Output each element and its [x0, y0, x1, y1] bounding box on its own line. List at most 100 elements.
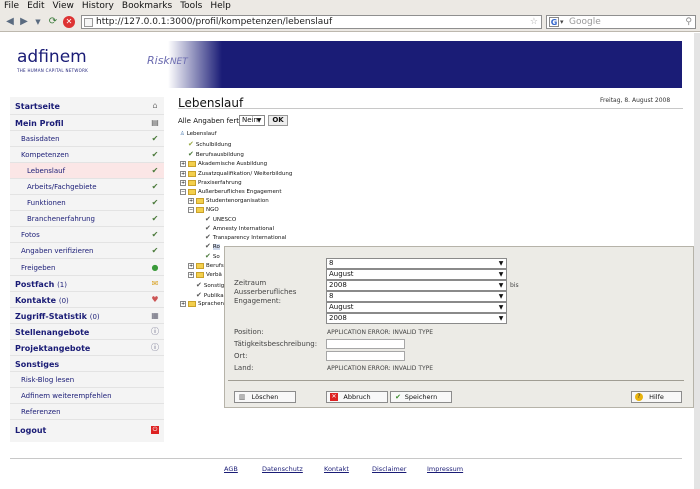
tree-item-praxis[interactable]: + Praxiserfahrung	[180, 179, 242, 187]
tree-item-transparency[interactable]: ✔ Transparency International	[205, 233, 286, 242]
sidebar-item-stellenangebote[interactable]: Stellenangebote ⓘ	[10, 324, 164, 340]
page-scrollbar[interactable]	[694, 33, 700, 489]
tree-item-sprachen[interactable]: + Sprachen	[180, 300, 224, 308]
menu-file[interactable]: File	[0, 0, 23, 12]
sidebar-item-startseite[interactable]: Startseite ⌂	[10, 97, 164, 115]
search-icon[interactable]: ⚲	[685, 16, 692, 28]
expand-icon[interactable]: +	[180, 300, 186, 307]
check-icon: ✔	[205, 252, 211, 260]
ort-input[interactable]	[326, 351, 405, 361]
abbruch-button[interactable]: ✕ Abbruch	[326, 391, 388, 403]
bookmark-star-icon[interactable]: ☆	[530, 16, 538, 28]
logo-area[interactable]: adfinem THE HUMAN CAPITAL NETWORK	[10, 41, 132, 88]
sidebar-item-projektangebote[interactable]: Projektangebote ⓘ	[10, 340, 164, 356]
footer-divider	[10, 458, 682, 459]
expand-icon[interactable]: +	[180, 179, 186, 186]
alle-angaben-select[interactable]: Nein ▼	[239, 115, 265, 126]
collapse-icon[interactable]: −	[180, 188, 186, 195]
url-field[interactable]: http://127.0.0.1:3000/profil/kompetenzen…	[81, 15, 542, 29]
to-year-select[interactable]: 2008 ▼	[326, 313, 507, 324]
tree-item-ngo[interactable]: − NGO	[188, 206, 219, 214]
footer-link-kontakt[interactable]: Kontakt	[324, 465, 349, 473]
expand-icon[interactable]: +	[180, 160, 186, 167]
loeschen-button[interactable]: ▥ Löschen	[234, 391, 296, 403]
sidebar-item-kontakte[interactable]: Kontakte (0) ♥	[10, 292, 164, 308]
history-dropdown-icon[interactable]: ▼	[32, 16, 44, 28]
sidebar-item-logout[interactable]: Logout ⏻	[10, 420, 164, 440]
forward-icon[interactable]: ▶	[18, 16, 30, 28]
google-icon[interactable]: G	[549, 17, 559, 27]
folder-icon	[188, 300, 196, 307]
mail-icon: ✉	[151, 279, 159, 288]
ok-button[interactable]: OK	[268, 115, 288, 126]
search-engine-dropdown-icon[interactable]: ▾	[560, 16, 564, 28]
tree-root[interactable]: ♙ Lebenslauf	[180, 130, 217, 138]
menu-edit[interactable]: Edit	[23, 0, 48, 12]
menu-bookmarks[interactable]: Bookmarks	[118, 0, 176, 12]
tree-item-ro[interactable]: ✔ Ro	[205, 242, 220, 251]
expand-icon[interactable]: +	[188, 262, 194, 269]
tree-item-schulbildung[interactable]: ✔ Schulbildung	[188, 140, 231, 149]
to-month-select[interactable]: August ▼	[326, 302, 507, 313]
sidebar-item-arbeitsgebiete[interactable]: Arbeits/Fachgebiete ✔	[10, 179, 164, 195]
tree-item-ausser[interactable]: − Außerberufliches Engagement	[180, 188, 282, 196]
check-icon: ✔	[151, 166, 159, 175]
stop-icon[interactable]: ✕	[63, 16, 75, 28]
footer-link-disclaimer[interactable]: Disclaimer	[372, 465, 406, 473]
reload-icon[interactable]: ⟳	[47, 16, 59, 28]
tree-item-berufsausbildung[interactable]: ✔ Berufsausbildung	[188, 150, 244, 159]
tree-item-so[interactable]: ✔ So	[205, 252, 220, 261]
sidebar-item-branchenerfahrung[interactable]: Branchenerfahrung ✔	[10, 211, 164, 227]
sidebar-item-meinprofil[interactable]: Mein Profil ▤	[10, 115, 164, 131]
chevron-down-icon: ▼	[498, 260, 504, 267]
speichern-button[interactable]: ✔ Speichern	[390, 391, 452, 403]
sidebar-item-angaben[interactable]: Angaben verifizieren ✔	[10, 243, 164, 259]
expand-icon[interactable]: +	[180, 170, 186, 177]
menu-help[interactable]: Help	[206, 0, 235, 12]
from-year-select[interactable]: 2008 ▼	[326, 280, 507, 291]
menu-view[interactable]: View	[49, 0, 78, 12]
tree-item-amnesty[interactable]: ✔ Amnesty International	[205, 224, 274, 233]
sidebar-item-freigeben[interactable]: Freigeben ●	[10, 259, 164, 276]
menu-tools[interactable]: Tools	[176, 0, 206, 12]
page-date: Freitag, 8. August 2008	[600, 97, 671, 104]
sidebar-item-funktionen[interactable]: Funktionen ✔	[10, 195, 164, 211]
sidebar-item-basisdaten[interactable]: Basisdaten ✔	[10, 131, 164, 147]
chevron-down-icon: ▼	[498, 293, 504, 300]
sidebar-item-referenzen[interactable]: Referenzen	[10, 404, 164, 420]
sidebar-item-sonstiges[interactable]: Sonstiges	[10, 356, 164, 372]
check-icon: ✔	[188, 150, 194, 158]
collapse-icon[interactable]: −	[188, 206, 194, 213]
sidebar-item-lebenslauf[interactable]: Lebenslauf ✔	[10, 163, 164, 179]
expand-icon[interactable]: +	[188, 271, 194, 278]
expand-icon[interactable]: +	[188, 197, 194, 204]
taetigkeit-input[interactable]	[326, 339, 405, 349]
tree-item-verbae[interactable]: + Verbä	[188, 271, 222, 279]
sidebar-item-riskblog[interactable]: Risk-Blog lesen	[10, 372, 164, 388]
hilfe-button[interactable]: ? Hilfe	[631, 391, 682, 403]
to-day-select[interactable]: 8 ▼	[326, 291, 507, 302]
tree-item-publika[interactable]: ✔ Publika	[196, 291, 224, 300]
from-day-select[interactable]: 8 ▼	[326, 258, 507, 269]
position-value: APPLICATION ERROR: INVALID TYPE	[327, 329, 434, 336]
tree-item-berufs[interactable]: + Berufs	[188, 262, 224, 270]
bis-label: bis	[510, 282, 519, 289]
footer-link-datenschutz[interactable]: Datenschutz	[262, 465, 303, 473]
from-month-select[interactable]: August ▼	[326, 269, 507, 280]
sidebar-item-fotos[interactable]: Fotos ✔	[10, 227, 164, 243]
sidebar-item-weiterempfehlen[interactable]: Adfinem weiterempfehlen	[10, 388, 164, 404]
search-field[interactable]: G ▾ Google ⚲	[546, 15, 696, 29]
tree-item-studenten[interactable]: + Studentenorganisation	[188, 197, 269, 205]
footer-link-impressum[interactable]: Impressum	[427, 465, 463, 473]
menu-history[interactable]: History	[78, 0, 118, 12]
sidebar-item-kompetenzen[interactable]: Kompetenzen ✔	[10, 147, 164, 163]
tree-item-unesco[interactable]: ✔ UNESCO	[205, 215, 236, 224]
tree-item-zusatz[interactable]: + Zusatzqualifikation/ Weiterbildung	[180, 170, 292, 178]
sidebar-item-zugriff[interactable]: Zugriff-Statistik (0) ▦	[10, 308, 164, 324]
tree-item-sonstig[interactable]: ✔ Sonstig	[196, 281, 224, 290]
footer-link-agb[interactable]: AGB	[224, 465, 238, 473]
back-icon[interactable]: ◀	[4, 16, 16, 28]
browser-menubar: File Edit View History Bookmarks Tools Help	[0, 0, 700, 12]
tree-item-akademische[interactable]: + Akademische Ausbildung	[180, 160, 267, 168]
sidebar-item-postfach[interactable]: Postfach (1) ✉	[10, 276, 164, 292]
